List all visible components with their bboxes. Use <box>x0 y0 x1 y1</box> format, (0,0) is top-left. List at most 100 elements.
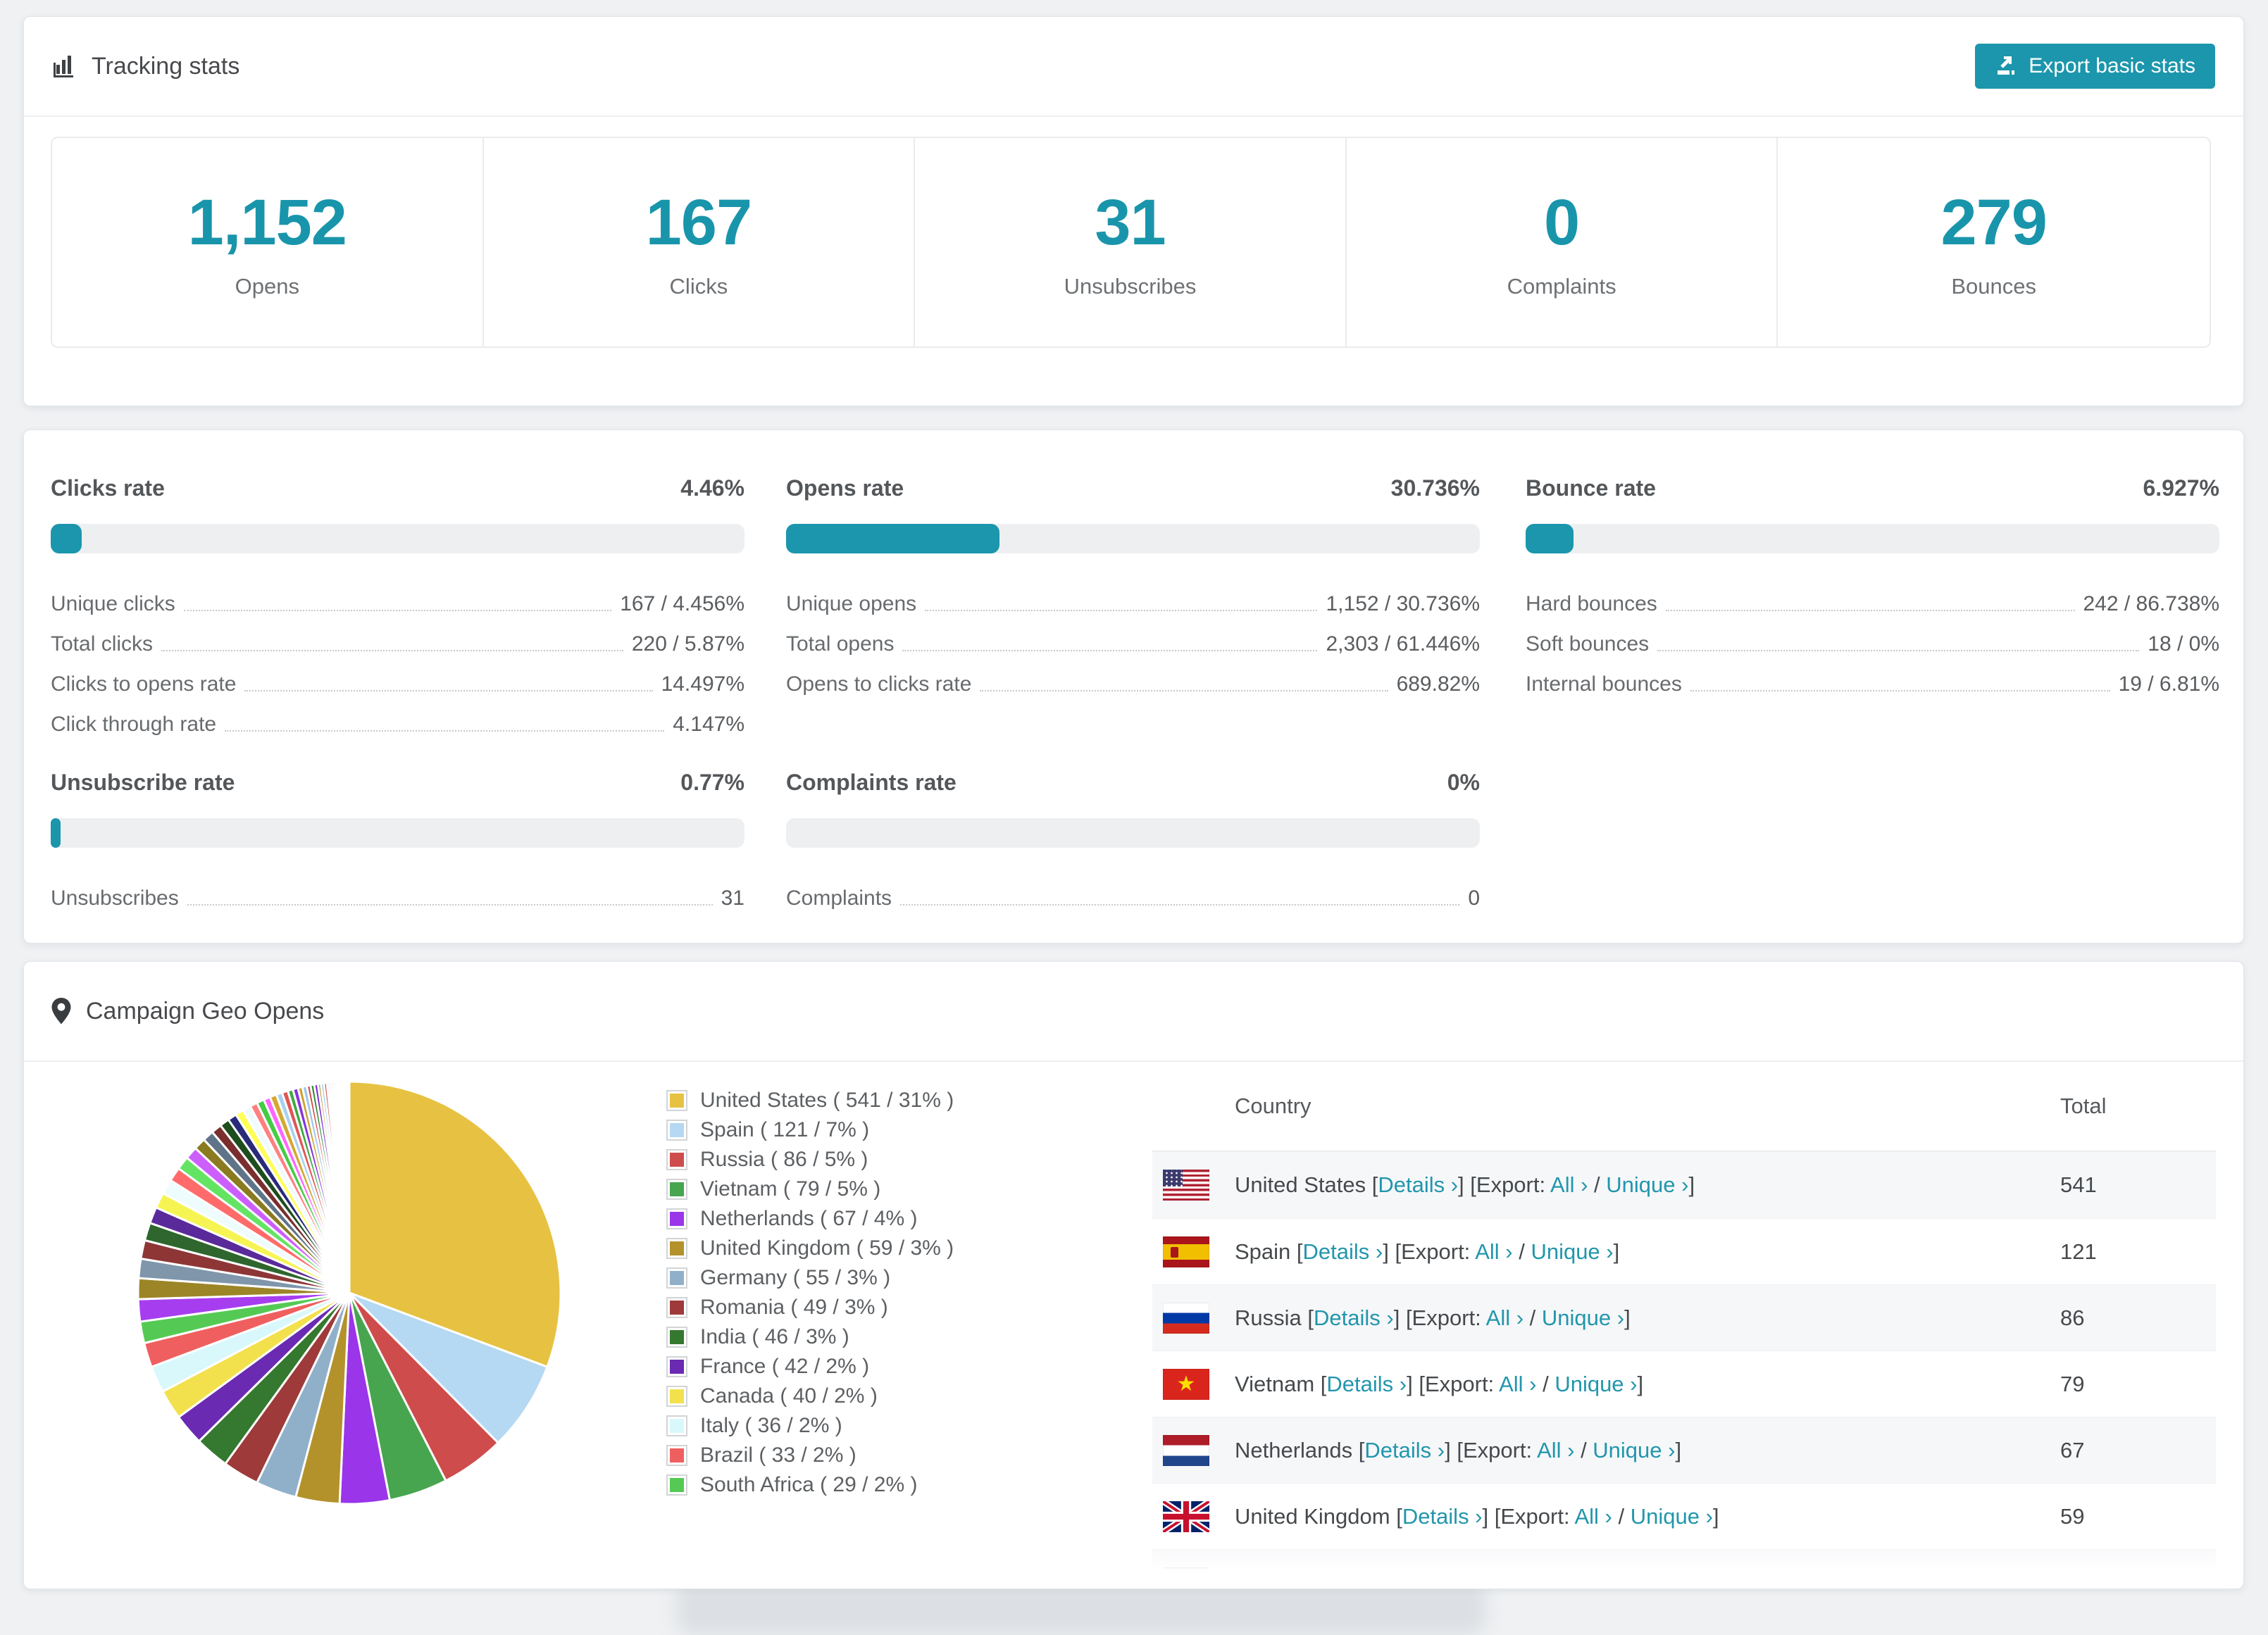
rate-detail-value: 19 / 6.81% <box>2118 672 2219 696</box>
export-all-link[interactable]: All › <box>1509 1570 1546 1589</box>
rate-value: 0.77% <box>680 770 744 795</box>
geo-country-text: Netherlands [Details ›] [Export: All › /… <box>1235 1437 1682 1462</box>
export-unique-link[interactable]: Unique › <box>1565 1570 1647 1589</box>
legend-item[interactable]: Brazil ( 33 / 2% ) <box>666 1441 954 1470</box>
geo-country-cell: Germany [Details ›] [Export: All › / Uni… <box>1163 1567 2060 1589</box>
details-link[interactable]: Details › <box>1303 1239 1383 1264</box>
geo-country-cell: Netherlands [Details ›] [Export: All › /… <box>1163 1434 2060 1466</box>
legend-label: Russia ( 86 / 5% ) <box>700 1148 868 1171</box>
legend-item[interactable]: Canada ( 40 / 2% ) <box>666 1382 954 1411</box>
legend-label: Italy ( 36 / 2% ) <box>700 1414 842 1437</box>
legend-item[interactable]: Spain ( 121 / 7% ) <box>666 1115 954 1145</box>
rate-detail-label: Clicks to opens rate <box>51 672 237 696</box>
legend-swatch <box>666 1090 687 1111</box>
export-all-link[interactable]: All › <box>1537 1438 1574 1462</box>
rate-detail-row: Unsubscribes 31 <box>51 870 744 910</box>
rate-detail-row: Click through rate 4.147% <box>51 696 744 737</box>
total-column-header: Total <box>2060 1094 2107 1118</box>
legend-item[interactable]: South Africa ( 29 / 2% ) <box>666 1470 954 1500</box>
stat-label: Complaints <box>1507 273 1616 299</box>
legend-item[interactable]: Italy ( 36 / 2% ) <box>666 1411 954 1441</box>
export-prefix: [Export: <box>1405 1305 1486 1330</box>
export-basic-stats-button[interactable]: Export basic stats <box>1975 44 2215 89</box>
export-prefix: [Export: <box>1470 1172 1551 1197</box>
export-unique-link[interactable]: Unique › <box>1631 1504 1713 1529</box>
rate-detail-value: 220 / 5.87% <box>631 632 744 656</box>
rate-detail-row: Total clicks 220 / 5.87% <box>51 616 744 656</box>
rate-block-opens-rate: Opens rate 30.736% Unique opens 1,152 / 30.… <box>786 475 1480 696</box>
campaign-stats-page: { "tracking": { "title": "Tracking stats… <box>0 0 2268 1635</box>
legend-item[interactable]: Romania ( 49 / 3% ) <box>666 1293 954 1322</box>
export-all-link[interactable]: All › <box>1486 1305 1524 1330</box>
geo-table-row-es: Spain [Details ›] [Export: All › / Uniqu… <box>1152 1218 2216 1284</box>
export-prefix: [Export: <box>1395 1239 1476 1264</box>
pie-legend: United States ( 541 / 31% ) Spain ( 121 /… <box>666 1086 954 1500</box>
geo-table-row-ru: Russia [Details ›] [Export: All › / Uniq… <box>1152 1284 2216 1351</box>
export-unique-link[interactable]: Unique › <box>1554 1372 1637 1396</box>
rate-detail-label: Soft bounces <box>1526 632 1650 656</box>
legend-label: United States ( 541 / 31% ) <box>700 1089 954 1112</box>
legend-label: Canada ( 40 / 2% ) <box>700 1384 878 1408</box>
export-unique-link[interactable]: Unique › <box>1606 1172 1688 1197</box>
rate-detail-label: Complaints <box>786 887 892 910</box>
stat-value: 167 <box>645 186 752 258</box>
legend-item[interactable]: United States ( 541 / 31% ) <box>666 1086 954 1115</box>
export-all-link[interactable]: All › <box>1550 1172 1588 1197</box>
dotted-leader <box>1690 690 2110 691</box>
rate-block-bounce-rate: Bounce rate 6.927% Hard bounces 242 / 86.73… <box>1526 475 2219 696</box>
legend-label: Germany ( 55 / 3% ) <box>700 1266 891 1289</box>
export-prefix: [Export: <box>1428 1570 1509 1589</box>
legend-item[interactable]: Russia ( 86 / 5% ) <box>666 1145 954 1174</box>
legend-item[interactable]: Germany ( 55 / 3% ) <box>666 1263 954 1293</box>
details-link[interactable]: Details › <box>1402 1504 1483 1529</box>
legend-item[interactable]: Vietnam ( 79 / 5% ) <box>666 1174 954 1204</box>
rate-detail-label: Opens to clicks rate <box>786 672 972 696</box>
legend-swatch <box>666 1386 687 1407</box>
export-unique-link[interactable]: Unique › <box>1542 1305 1624 1330</box>
rate-detail-label: Unique clicks <box>51 592 175 615</box>
rate-progress-fill <box>786 524 999 553</box>
bar-chart-icon <box>54 56 73 77</box>
legend-item[interactable]: India ( 46 / 3% ) <box>666 1322 954 1352</box>
tracking-stats-header: Tracking stats Export basic stats <box>24 17 2243 117</box>
rate-detail-value: 167 / 4.456% <box>620 592 744 615</box>
legend-item[interactable]: France ( 42 / 2% ) <box>666 1352 954 1382</box>
legend-swatch <box>666 1179 687 1200</box>
legend-label: France ( 42 / 2% ) <box>700 1355 870 1378</box>
geo-country-text: United States [Details ›] [Export: All ›… <box>1235 1172 1695 1197</box>
details-link[interactable]: Details › <box>1364 1438 1445 1462</box>
country-name: Netherlands <box>1235 1437 1353 1462</box>
details-link[interactable]: Details › <box>1326 1372 1407 1396</box>
geo-table-row-us: United States [Details ›] [Export: All ›… <box>1152 1152 2216 1218</box>
legend-label: South Africa ( 29 / 2% ) <box>700 1473 918 1496</box>
campaign-geo-opens-card: Campaign Geo Opens United States ( 541 /… <box>23 961 2244 1589</box>
details-link[interactable]: Details › <box>1378 1172 1458 1197</box>
rate-detail-value: 4.147% <box>673 713 744 736</box>
export-unique-link[interactable]: Unique › <box>1593 1438 1675 1462</box>
legend-item[interactable]: Netherlands ( 67 / 4% ) <box>666 1204 954 1234</box>
geo-table-header: Country Total <box>1152 1062 2216 1152</box>
stat-value: 31 <box>1095 186 1166 258</box>
flag-us <box>1163 1170 1209 1201</box>
stat-value: 279 <box>1940 186 2047 258</box>
export-prefix: [Export: <box>1457 1437 1538 1462</box>
geo-country-text: Germany [Details ›] [Export: All › / Uni… <box>1235 1570 1653 1589</box>
export-all-link[interactable]: All › <box>1499 1372 1536 1396</box>
rate-detail-value: 1,152 / 30.736% <box>1326 592 1480 615</box>
geo-table-row-vn: ★ Vietnam [Details ›] [Export: All › / Un… <box>1152 1351 2216 1417</box>
details-link[interactable]: Details › <box>1337 1570 1417 1589</box>
stat-label: Opens <box>235 273 299 299</box>
rate-detail-label: Total clicks <box>51 632 154 656</box>
export-all-link[interactable]: All › <box>1574 1504 1612 1529</box>
legend-swatch <box>666 1208 687 1229</box>
geo-title-text: Campaign Geo Opens <box>86 997 325 1025</box>
details-link[interactable]: Details › <box>1314 1305 1394 1330</box>
legend-swatch <box>666 1238 687 1259</box>
export-all-link[interactable]: All › <box>1475 1239 1512 1264</box>
rate-detail-label: Total opens <box>786 632 895 656</box>
rate-detail-value: 14.497% <box>661 672 744 696</box>
geo-opens-pie-chart <box>103 1046 596 1539</box>
legend-item[interactable]: United Kingdom ( 59 / 3% ) <box>666 1234 954 1263</box>
legend-swatch <box>666 1297 687 1318</box>
export-unique-link[interactable]: Unique › <box>1531 1239 1613 1264</box>
